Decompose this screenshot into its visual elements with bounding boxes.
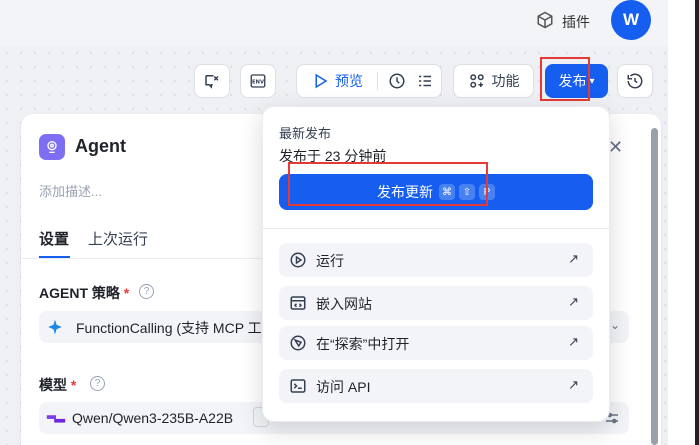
description-input[interactable]: 添加描述... [39,181,102,200]
tab-active-indicator [39,256,70,258]
arrow-up-right-icon: ↗ [568,377,579,392]
arrow-up-right-icon: ↗ [568,294,579,309]
grid-plus-icon [469,74,484,88]
right-edge [668,0,699,445]
scrollbar[interactable] [651,128,658,445]
dropdown-divider [263,228,609,229]
svg-text:ENV: ENV [252,79,265,85]
menu-item-embed[interactable]: 嵌入网站 ↗ [279,286,593,320]
history-icon [627,73,643,89]
compass-icon [290,335,306,351]
tab-settings[interactable]: 设置 [39,228,69,249]
checklist-icon[interactable] [416,72,434,90]
strategy-label: AGENT 策略 * [39,285,130,301]
cube-icon [537,11,553,29]
env-icon: ENV [250,74,266,88]
close-icon[interactable]: ✕ [608,137,623,158]
preview-group: 预览 [296,64,442,98]
plugins-link[interactable]: 插件 [562,12,590,32]
model-label: 模型 * [39,377,77,393]
chevron-down-icon: ⌄ [610,318,621,332]
avatar[interactable]: W [611,0,651,40]
arrow-up-right-icon: ↗ [568,334,579,349]
model-provider-icon [46,415,66,423]
shortcut-key: ⇧ [459,184,475,200]
embed-icon [290,296,306,310]
play-icon [315,73,328,89]
menu-item-explore[interactable]: 在“探索”中打开 ↗ [279,326,593,360]
play-circle-icon [290,252,306,268]
sparkle-icon [48,319,62,335]
terminal-icon [290,379,306,393]
menu-item-api[interactable]: 访问 API ↗ [279,369,593,403]
shortcut-key: P [479,184,495,200]
agent-title: Agent [75,136,126,156]
arrow-up-right-icon: ↗ [568,251,579,266]
env-button[interactable]: ENV [240,64,276,98]
strategy-value: FunctionCalling (支持 MCP 工 [76,320,261,336]
publish-update-button[interactable]: 发布更新 ⌘ ⇧ P [279,174,593,210]
chevron-down-icon: ▾ [589,75,595,87]
agent-icon [39,134,65,160]
published-time: 发布于 23 分钟前 [279,148,387,164]
model-value: Qwen/Qwen3-235B-A22B [72,410,234,426]
latest-publish-heading: 最新发布 [279,126,332,141]
version-history-button[interactable] [617,64,653,98]
preview-button[interactable]: 预览 [335,71,363,91]
shortcut-key: ⌘ [439,184,455,200]
help-icon[interactable]: ? [139,284,154,299]
chat-clear-icon [205,75,219,89]
help-icon[interactable]: ? [90,376,105,391]
menu-item-run[interactable]: 运行 ↗ [279,243,593,277]
clear-variables-button[interactable] [194,64,230,98]
run-history-icon[interactable] [388,72,406,90]
publish-button[interactable]: 发布 ▾ [545,64,608,98]
features-button[interactable]: 功能 [453,64,534,98]
tab-divider [21,258,266,259]
tab-last-run[interactable]: 上次运行 [88,228,148,249]
